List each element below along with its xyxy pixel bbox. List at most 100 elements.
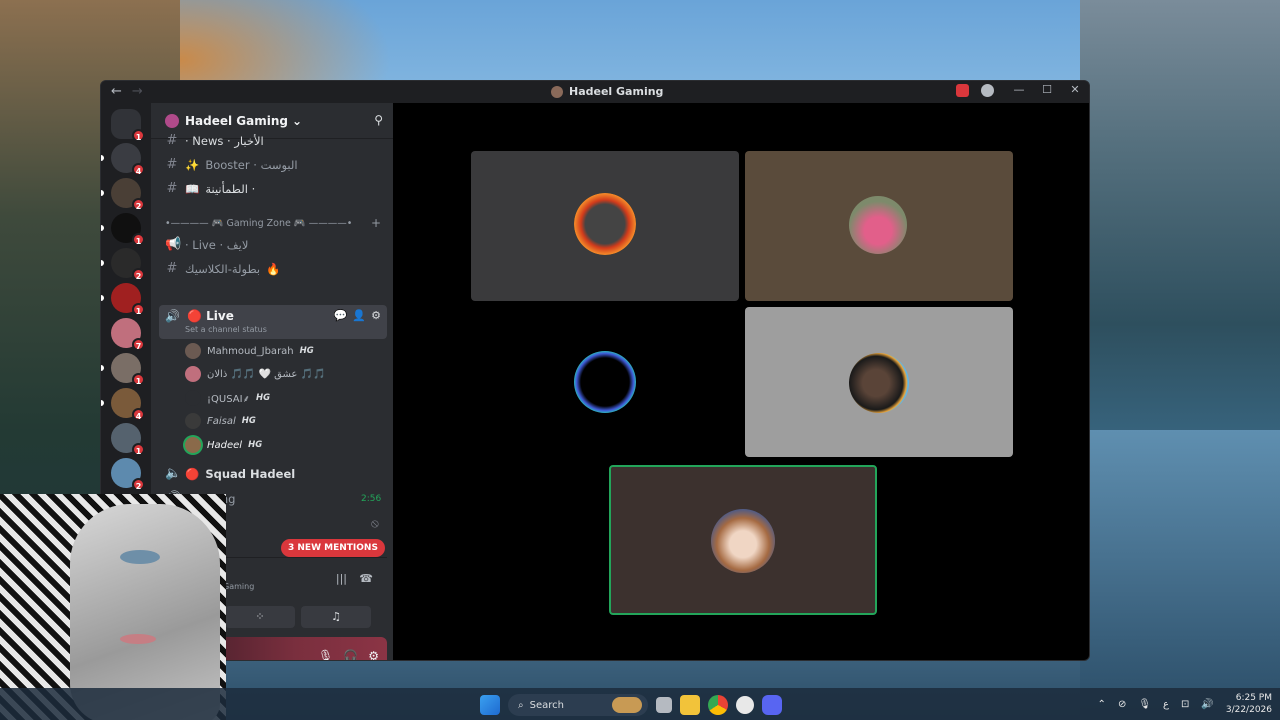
language-indicator[interactable]: ع xyxy=(1163,699,1169,710)
server-name: Hadeel Gaming xyxy=(185,113,288,128)
minimize-button[interactable]: — xyxy=(1005,83,1033,96)
disconnect-icon[interactable]: ☎ xyxy=(359,572,373,585)
book-icon: 📖 xyxy=(185,181,200,196)
participant-tile[interactable] xyxy=(745,151,1013,301)
speaker-icon: 🔊 xyxy=(165,309,180,323)
participant-tile-speaking[interactable] xyxy=(609,465,877,615)
taskbar-apps: ⌕ Search xyxy=(480,694,782,716)
add-member-icon[interactable]: ⚲ xyxy=(374,113,383,127)
avatar xyxy=(185,366,201,382)
channel-label: بطولة-الكلاسيك xyxy=(185,261,261,276)
server-icon[interactable]: 2 xyxy=(101,248,145,281)
fire-icon: 🔥 xyxy=(266,261,281,276)
forward-arrow-icon[interactable]: → xyxy=(132,84,143,99)
voice-user-name: Mahmoud_Jbarah xyxy=(207,345,294,357)
voice-user-name: Faisal xyxy=(207,415,236,427)
task-view-icon[interactable] xyxy=(656,697,672,713)
unread-pip xyxy=(101,155,104,161)
new-mentions-pill[interactable]: 3 NEW MENTIONS xyxy=(281,539,385,557)
back-arrow-icon[interactable]: ← xyxy=(111,84,122,99)
help-icon[interactable] xyxy=(981,84,994,97)
category-gaming-zone[interactable]: •———— 🎮 Gaming Zone 🎮 ————• + xyxy=(165,216,381,230)
voice-user-name: Hadeel xyxy=(207,439,243,451)
voice-user[interactable]: ¡QUSAI⸙ HG xyxy=(185,390,270,406)
chevron-down-icon: ⌄ xyxy=(292,113,303,128)
add-channel-icon[interactable]: + xyxy=(371,216,381,230)
voice-user[interactable]: عشق 🤍 🎵🎵 ذالان 🎵🎵 xyxy=(185,366,326,382)
channel-status-hint[interactable]: Set a channel status xyxy=(185,325,267,334)
headphones-icon[interactable]: 🎧 xyxy=(343,649,358,660)
channel-booster[interactable]: # ✨ Booster · البوست xyxy=(165,157,298,172)
app-icon[interactable] xyxy=(736,696,754,714)
inbox-icon[interactable] xyxy=(956,84,969,97)
participant-tile[interactable] xyxy=(471,151,739,301)
channel-label: · News · الأخبار xyxy=(185,133,264,148)
server-badge: 1 xyxy=(132,303,145,316)
role-tag: HG xyxy=(241,416,256,426)
chat-icon[interactable]: 💬 xyxy=(334,309,348,322)
taskbar-search[interactable]: ⌕ Search xyxy=(508,694,648,716)
participant-tile[interactable] xyxy=(745,307,1013,457)
server-badge: 2 xyxy=(132,268,145,281)
file-explorer-icon[interactable] xyxy=(680,695,700,715)
volume-icon[interactable]: 🔊 xyxy=(1201,699,1213,710)
server-badge: 7 xyxy=(132,338,145,351)
server-icon[interactable]: 1 xyxy=(101,213,145,246)
close-button[interactable]: ✕ xyxy=(1061,83,1089,96)
channel-news[interactable]: # · News · الأخبار xyxy=(165,133,264,148)
server-badge: 4 xyxy=(132,163,145,176)
channel-live-text[interactable]: 📢 · Live · لايف xyxy=(165,237,248,252)
voice-channel-squad[interactable]: 🔈 🔴 Squad Hadeel xyxy=(165,466,295,481)
mute-icon: ⦸ xyxy=(371,516,379,530)
server-icon[interactable]: 7 xyxy=(111,318,145,351)
avatar xyxy=(185,437,201,453)
gear-icon[interactable]: ⚙ xyxy=(371,309,381,322)
voice-user[interactable]: Faisal HG xyxy=(185,413,256,429)
sparkle-icon: ✨ xyxy=(185,157,200,172)
maximize-button[interactable]: ☐ xyxy=(1033,83,1061,96)
desktop-wallpaper-right xyxy=(1080,0,1280,720)
unread-pip xyxy=(101,295,104,301)
gear-icon[interactable]: ⚙ xyxy=(368,649,379,660)
windows-start-icon[interactable] xyxy=(480,695,500,715)
microphone-icon[interactable]: 🎙 xyxy=(318,649,333,660)
voice-channel-live-active[interactable]: 🔊 🔴 Live Set a channel status 💬 👤 ⚙ xyxy=(159,305,387,339)
invite-icon[interactable]: 👤 xyxy=(352,309,366,322)
live-dot-icon: 🔴 xyxy=(185,466,200,481)
server-badge: 1 xyxy=(132,373,145,386)
server-icon[interactable]: 4 xyxy=(101,143,145,176)
voice-server-name: Gaming xyxy=(223,582,255,591)
microphone-icon[interactable]: 🎙 xyxy=(1138,699,1151,710)
chevron-up-icon[interactable]: ⌃ xyxy=(1098,699,1106,710)
channel-label: · Live · لايف xyxy=(185,237,249,252)
soundboard-button[interactable]: ♫ xyxy=(301,606,371,628)
channel-classic[interactable]: # بطولة-الكلاسيك 🔥 xyxy=(165,261,281,276)
server-icon[interactable]: 1 xyxy=(101,283,145,316)
server-icon-home[interactable]: 1 xyxy=(111,109,145,142)
server-icon[interactable]: 2 xyxy=(101,178,145,211)
history-nav: ← → xyxy=(111,84,143,99)
wifi-icon[interactable]: ⊡ xyxy=(1181,699,1189,710)
avatar xyxy=(574,193,636,255)
network-icon[interactable]: ⊘ xyxy=(1118,699,1126,710)
server-icon[interactable]: 4 xyxy=(101,388,145,421)
clock[interactable]: 6:25 PM 3/22/2026 xyxy=(1226,692,1272,716)
discord-taskbar-icon[interactable] xyxy=(762,695,782,715)
webcam-overlay xyxy=(0,494,226,720)
server-icon[interactable]: 1 xyxy=(101,353,145,386)
participant-tile[interactable] xyxy=(471,307,739,457)
voice-user[interactable]: Hadeel HG xyxy=(185,437,262,453)
channel-tamaninah[interactable]: # 📖 الطمأنينة · xyxy=(165,181,256,196)
server-icon[interactable]: 2 xyxy=(111,458,145,491)
voice-user[interactable]: Mahmoud_Jbarah HG xyxy=(185,343,314,359)
server-logo-icon xyxy=(165,113,179,128)
megaphone-icon: 📢 xyxy=(165,237,182,252)
activities-button[interactable]: ⁘ xyxy=(225,606,295,628)
server-badge: 2 xyxy=(132,198,145,211)
server-icon[interactable]: 1 xyxy=(111,423,145,456)
noise-suppression-icon[interactable]: ||| xyxy=(336,572,347,585)
channel-name: 🔴 Live xyxy=(187,309,234,323)
taskbar: ⌕ Search ⌃ ⊘ 🎙 ع ⊡ 🔊 6:25 PM 3/22/2026 xyxy=(0,688,1280,720)
unread-pip xyxy=(101,400,104,406)
chrome-icon[interactable] xyxy=(708,695,728,715)
